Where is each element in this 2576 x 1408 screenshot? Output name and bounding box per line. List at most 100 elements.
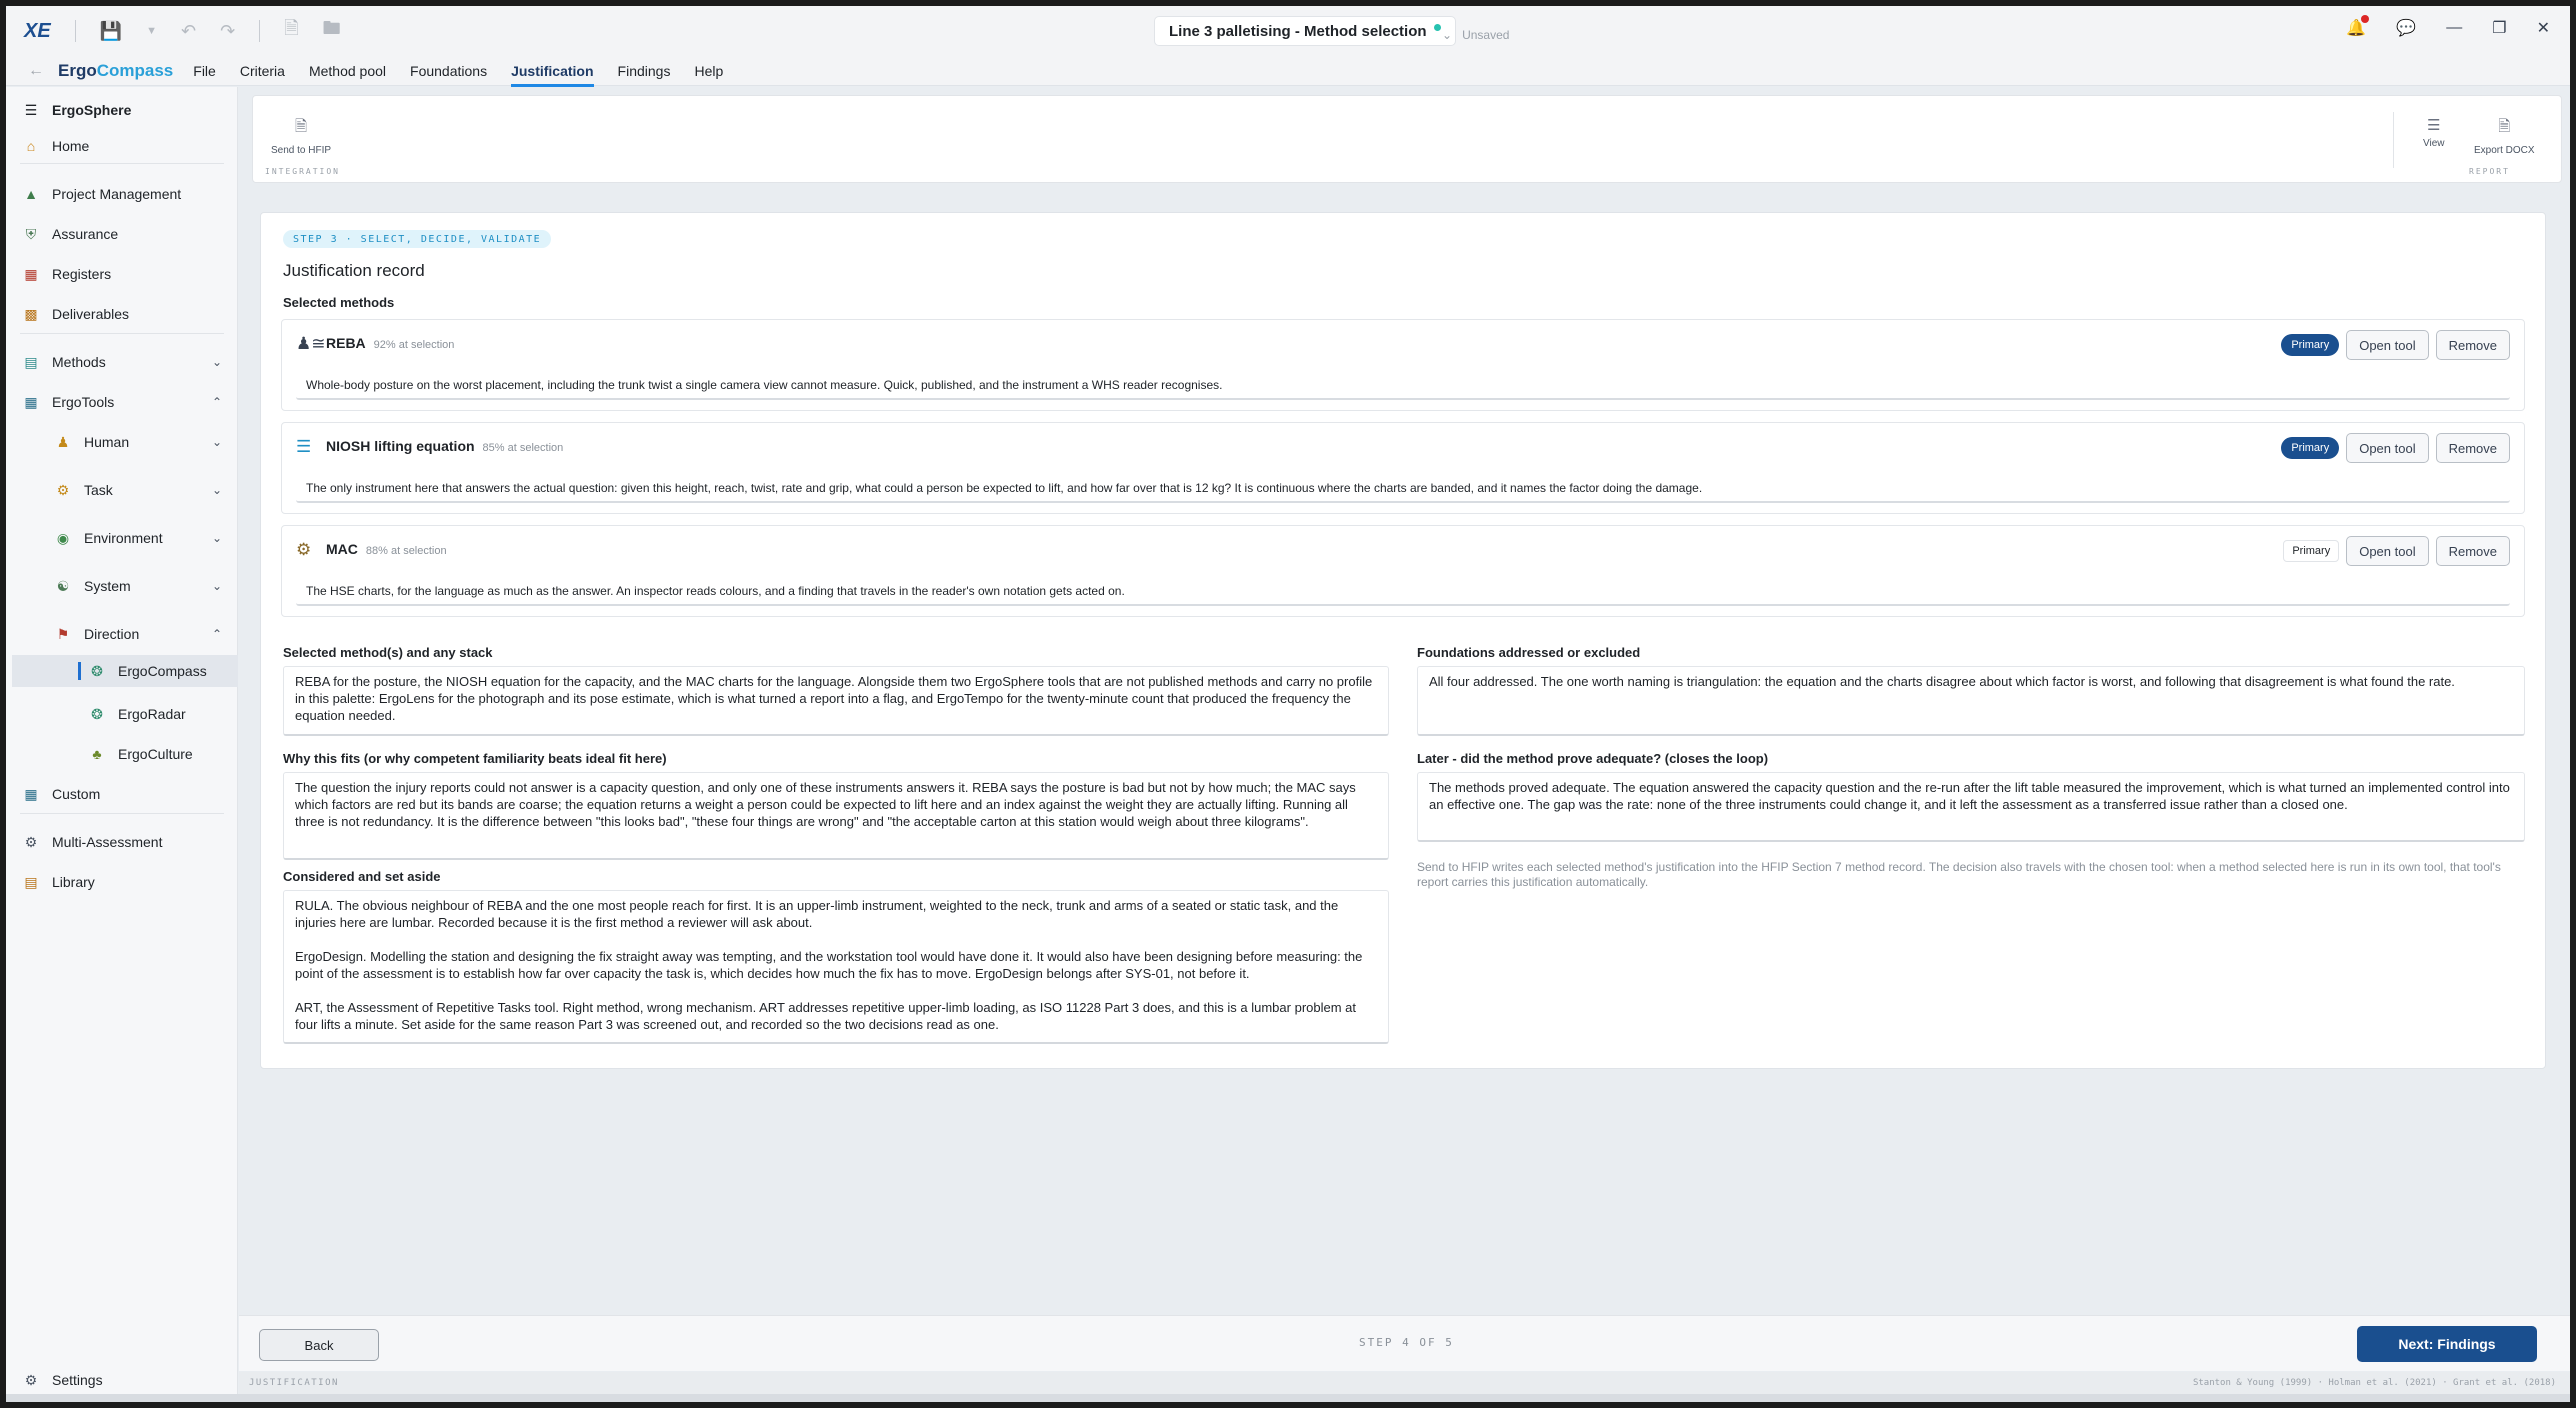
- mac-chart-icon: ⚙: [296, 540, 312, 559]
- primary-toggle[interactable]: Primary: [2281, 334, 2340, 356]
- foundations-textarea[interactable]: All four addressed. The one worth naming…: [1417, 666, 2525, 736]
- primary-toggle[interactable]: Primary: [2283, 540, 2340, 562]
- save-icon[interactable]: 💾: [100, 21, 122, 42]
- method-justification-input[interactable]: The only instrument here that answers th…: [296, 475, 2510, 503]
- notification-bell-icon[interactable]: 🔔: [2346, 15, 2370, 38]
- ribbon-toolbar: 🗎 Send to HFIP INTEGRATION ☰ View 🗎 Expo…: [252, 95, 2562, 183]
- open-folder-icon[interactable]: 🖿: [323, 16, 341, 46]
- sidebar-divider: [20, 163, 224, 164]
- menu-method-pool[interactable]: Method pool: [309, 57, 386, 85]
- stack-textarea[interactable]: REBA for the posture, the NIOSH equation…: [283, 666, 1389, 736]
- method-card-niosh: ☰ NIOSH lifting equation 85% at selection…: [281, 422, 2525, 514]
- back-arrow-icon[interactable]: ←: [28, 62, 44, 80]
- sidebar-item-system[interactable]: ☯ System ⌄: [54, 577, 238, 595]
- why-textarea[interactable]: The question the injury reports could no…: [283, 772, 1389, 860]
- method-justification-input[interactable]: Whole-body posture on the worst placemen…: [296, 372, 2510, 400]
- chevron-down-icon[interactable]: ▼: [146, 25, 157, 37]
- chevron-down-icon[interactable]: ⌄: [212, 355, 222, 369]
- bottom-strip: [6, 1394, 2570, 1402]
- sidebar-item-label: ErgoRadar: [118, 706, 186, 722]
- menu-findings[interactable]: Findings: [618, 57, 671, 85]
- considered-textarea[interactable]: RULA. The obvious neighbour of REBA and …: [283, 890, 1389, 1044]
- sidebar-item-custom[interactable]: ▦ Custom: [22, 785, 238, 803]
- open-tool-button[interactable]: Open tool: [2346, 536, 2429, 566]
- sidebar-item-registers[interactable]: ▦ Registers: [22, 265, 238, 283]
- status-dot: [1433, 23, 1441, 31]
- sidebar-item-ergoculture[interactable]: ♣ ErgoCulture: [88, 745, 238, 763]
- justification-panel: STEP 3 · SELECT, DECIDE, VALIDATE Justif…: [260, 212, 2546, 1069]
- minimize-icon[interactable]: —: [2446, 19, 2462, 37]
- sidebar-item-project-management[interactable]: ▲ Project Management: [22, 185, 238, 203]
- sidebar-divider: [20, 813, 224, 814]
- chat-icon[interactable]: 💬: [2396, 18, 2416, 38]
- remove-button[interactable]: Remove: [2435, 433, 2510, 463]
- maximize-icon[interactable]: ❐: [2492, 18, 2506, 38]
- later-textarea[interactable]: The methods proved adequate. The equatio…: [1417, 772, 2525, 842]
- new-file-icon[interactable]: 🗎: [284, 16, 298, 46]
- sidebar-item-home[interactable]: ⌂ Home: [22, 137, 238, 155]
- sidebar-item-ergoradar[interactable]: ❂ ErgoRadar: [88, 705, 238, 723]
- deliverables-icon: ▩: [24, 305, 38, 322]
- sidebar-item-ergocompass[interactable]: ❂ ErgoCompass: [12, 655, 238, 687]
- chevron-down-icon[interactable]: ⌄: [212, 579, 222, 593]
- sidebar-item-multi-assessment[interactable]: ⚙ Multi-Assessment: [22, 833, 238, 851]
- sidebar-item-assurance[interactable]: ⛨ Assurance: [22, 225, 238, 243]
- document-icon: 🗎: [294, 118, 308, 135]
- chevron-down-icon[interactable]: ⌄: [212, 531, 222, 545]
- redo-icon[interactable]: ↷: [220, 21, 235, 42]
- sidebar-item-human[interactable]: ♟ Human ⌄: [54, 433, 238, 451]
- sidebar-item-deliverables[interactable]: ▩ Deliverables: [22, 305, 238, 323]
- remove-button[interactable]: Remove: [2435, 536, 2510, 566]
- undo-icon[interactable]: ↶: [181, 21, 196, 42]
- chevron-up-icon[interactable]: ⌃: [212, 627, 222, 641]
- gear-icon: ⚙: [24, 1371, 38, 1388]
- sidebar-item-settings[interactable]: ⚙ Settings: [22, 1371, 238, 1389]
- hamburger-icon[interactable]: ☰: [22, 101, 40, 119]
- shield-icon: ⛨: [25, 225, 37, 242]
- sidebar-item-label: Multi-Assessment: [52, 834, 163, 850]
- sidebar-header: ☰ ErgoSphere: [22, 101, 238, 119]
- open-tool-button[interactable]: Open tool: [2346, 433, 2429, 463]
- close-icon[interactable]: ✕: [2537, 18, 2550, 38]
- remove-button[interactable]: Remove: [2435, 330, 2510, 360]
- export-docx-button[interactable]: 🗎 Export DOCX: [2474, 116, 2535, 156]
- sidebar-item-ergotools[interactable]: ▦ ErgoTools ⌃: [22, 393, 238, 411]
- method-justification-input[interactable]: The HSE charts, for the language as much…: [296, 578, 2510, 606]
- menu-foundations[interactable]: Foundations: [410, 57, 487, 85]
- chevron-up-icon[interactable]: ⌃: [212, 395, 222, 409]
- system-icon: ☯: [56, 577, 70, 594]
- primary-toggle[interactable]: Primary: [2281, 437, 2340, 459]
- menu-help[interactable]: Help: [694, 57, 723, 85]
- sidebar-item-label: ErgoCulture: [118, 746, 193, 762]
- menu-file[interactable]: File: [193, 57, 216, 85]
- culture-icon: ♣: [92, 746, 102, 762]
- save-state-text: Unsaved: [1462, 28, 1510, 42]
- menu-justification[interactable]: Justification: [511, 57, 595, 87]
- menu-criteria[interactable]: Criteria: [240, 57, 285, 85]
- ribbon-group-report: REPORT: [2469, 167, 2510, 176]
- sidebar-item-task[interactable]: ⚙ Task ⌄: [54, 481, 238, 499]
- method-pct: 88% at selection: [365, 545, 447, 557]
- next-findings-button[interactable]: Next: Findings: [2357, 1326, 2537, 1362]
- method-name-text: NIOSH lifting equation: [326, 438, 475, 454]
- view-button[interactable]: ☰ View: [2423, 116, 2445, 149]
- export-docx-label: Export DOCX: [2474, 145, 2535, 156]
- brand-part-1: Ergo: [58, 60, 97, 80]
- chevron-down-icon[interactable]: ⌄: [212, 435, 222, 449]
- document-title[interactable]: Line 3 palletising - Method selection: [1154, 16, 1456, 46]
- sidebar-item-methods[interactable]: ▤ Methods ⌄: [22, 353, 238, 371]
- method-pct: 92% at selection: [373, 339, 455, 351]
- lifting-icon: ☰: [296, 437, 312, 456]
- title-bar: XE 💾 ▼ ↶ ↷ 🗎 🖿 Line 3 palletising - Meth…: [6, 6, 2570, 56]
- send-to-hfip-button[interactable]: 🗎 Send to HFIP: [271, 116, 331, 156]
- sidebar-item-library[interactable]: ▤ Library: [22, 873, 238, 891]
- toolbar-divider: [74, 20, 76, 42]
- sidebar-item-environment[interactable]: ◉ Environment ⌄: [54, 529, 238, 547]
- sidebar-item-label: Registers: [52, 266, 112, 282]
- open-tool-button[interactable]: Open tool: [2346, 330, 2429, 360]
- back-button[interactable]: Back: [259, 1329, 379, 1361]
- sidebar-item-direction[interactable]: ⚑ Direction ⌃: [54, 625, 238, 643]
- menu-bar: ← ErgoCompass File Criteria Method pool …: [6, 56, 2570, 87]
- hfip-note: Send to HFIP writes each selected method…: [1417, 860, 2501, 889]
- chevron-down-icon[interactable]: ⌄: [212, 483, 222, 497]
